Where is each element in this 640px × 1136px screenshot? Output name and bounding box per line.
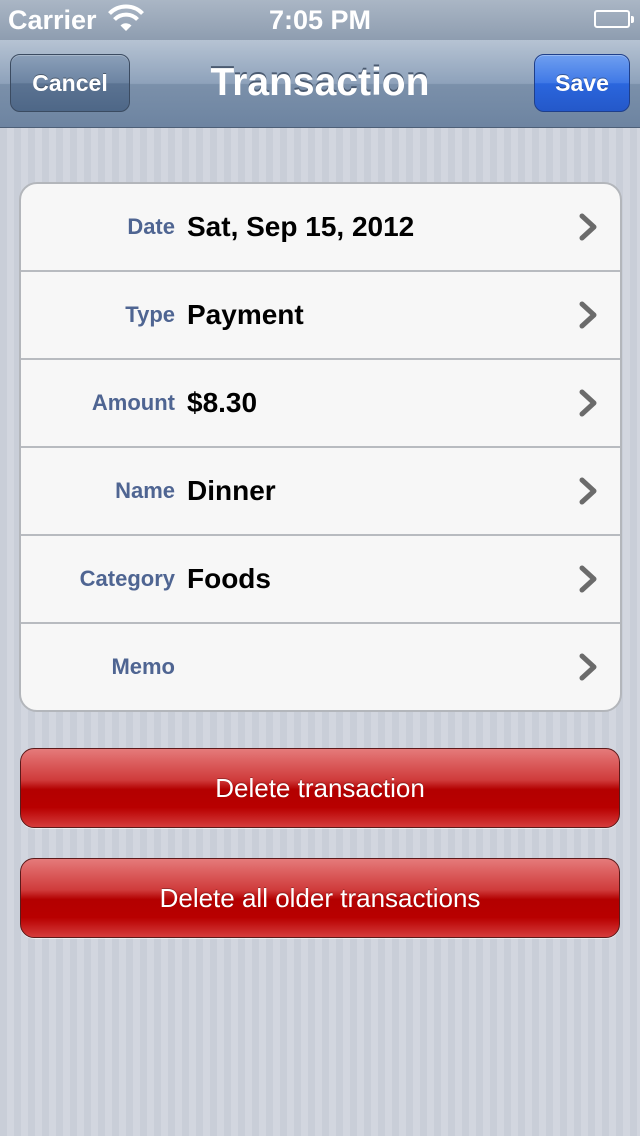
field-value: Payment [187, 299, 304, 330]
save-button[interactable]: Save [534, 54, 630, 112]
status-time: 7:05 PM [268, 5, 372, 35]
field-value: Dinner [187, 475, 276, 506]
field-label: Date [127, 214, 175, 239]
field-row-date[interactable]: Date Sat, Sep 15, 2012 [21, 184, 620, 272]
chevron-right-icon [578, 212, 600, 242]
field-row-amount[interactable]: Amount $8.30 [21, 360, 620, 448]
field-value: Foods [187, 563, 271, 594]
navigation-bar: Transaction Cancel Save [0, 40, 640, 128]
field-value: Sat, Sep 15, 2012 [187, 211, 415, 242]
field-row-category[interactable]: Category Foods [21, 536, 620, 624]
field-row-type[interactable]: Type Payment [21, 272, 620, 360]
transaction-fields-table: Date Sat, Sep 15, 2012 Type Payment Amou… [19, 182, 622, 712]
delete-transaction-button[interactable]: Delete transaction [20, 748, 620, 828]
field-label: Amount [91, 390, 175, 415]
status-bar: Carrier 7:05 PM [0, 0, 640, 40]
chevron-right-icon [578, 564, 600, 594]
field-label: Name [115, 478, 175, 503]
chevron-right-icon [578, 388, 600, 418]
field-label: Memo [111, 654, 175, 679]
chevron-right-icon [578, 476, 600, 506]
field-label: Type [125, 302, 175, 327]
chevron-right-icon [578, 300, 600, 330]
cancel-button[interactable]: Cancel [10, 54, 130, 112]
field-label: Category [79, 566, 175, 591]
battery-icon [594, 10, 634, 28]
delete-older-transactions-button[interactable]: Delete all older transactions [20, 858, 620, 938]
field-row-memo[interactable]: Memo [21, 624, 620, 710]
field-value: $8.30 [187, 387, 258, 418]
chevron-right-icon [578, 652, 600, 682]
field-row-name[interactable]: Name Dinner [21, 448, 620, 536]
